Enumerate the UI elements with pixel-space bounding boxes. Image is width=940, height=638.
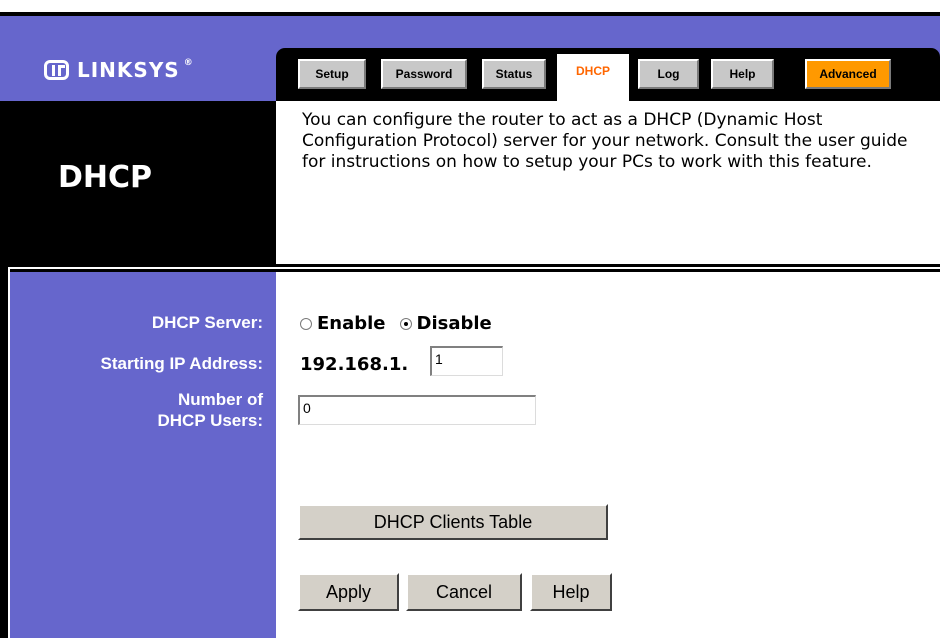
starting-ip-label: Starting IP Address: [100,354,263,373]
banner-top-edge [0,0,940,12]
page-title: DHCP [58,160,153,195]
tab-help[interactable]: Help [711,59,774,89]
page-description: You can configure the router to act as a… [302,110,908,172]
num-users-input[interactable]: 0 [298,395,536,425]
disable-radio[interactable] [399,317,412,330]
tab-status[interactable]: Status [482,59,546,89]
registered-mark: ® [183,58,193,68]
banner-shadow-line [0,12,940,16]
left-border [0,264,8,638]
ip-prefix: 192.168.1. [300,354,409,375]
linksys-logo: LINKSYS ® [44,58,193,82]
dhcp-clients-table-button[interactable]: DHCP Clients Table [298,504,608,540]
tab-log[interactable]: Log [638,59,699,89]
tab-password[interactable]: Password [381,59,467,89]
enable-label[interactable]: Enable [317,313,386,334]
num-users-label-line2: DHCP Users: [157,411,263,430]
num-users-label: Number of DHCP Users: [10,389,263,431]
num-users-label-line1: Number of [178,390,263,409]
tab-advanced[interactable]: Advanced [805,59,891,89]
cancel-button[interactable]: Cancel [406,573,522,611]
linksys-logo-icon [44,60,69,80]
help-button[interactable]: Help [530,573,612,611]
starting-ip-last-octet-input[interactable]: 1 [430,346,503,376]
tab-dhcp[interactable]: DHCP [557,54,629,101]
dhcp-server-radio-group: Enable Disable [300,313,506,334]
dhcp-server-label: DHCP Server: [151,313,263,332]
apply-button[interactable]: Apply [298,573,399,611]
tab-setup[interactable]: Setup [298,59,366,89]
disable-label[interactable]: Disable [417,313,492,334]
enable-radio[interactable] [300,317,312,330]
brand-name: LINKSYS [77,58,180,82]
